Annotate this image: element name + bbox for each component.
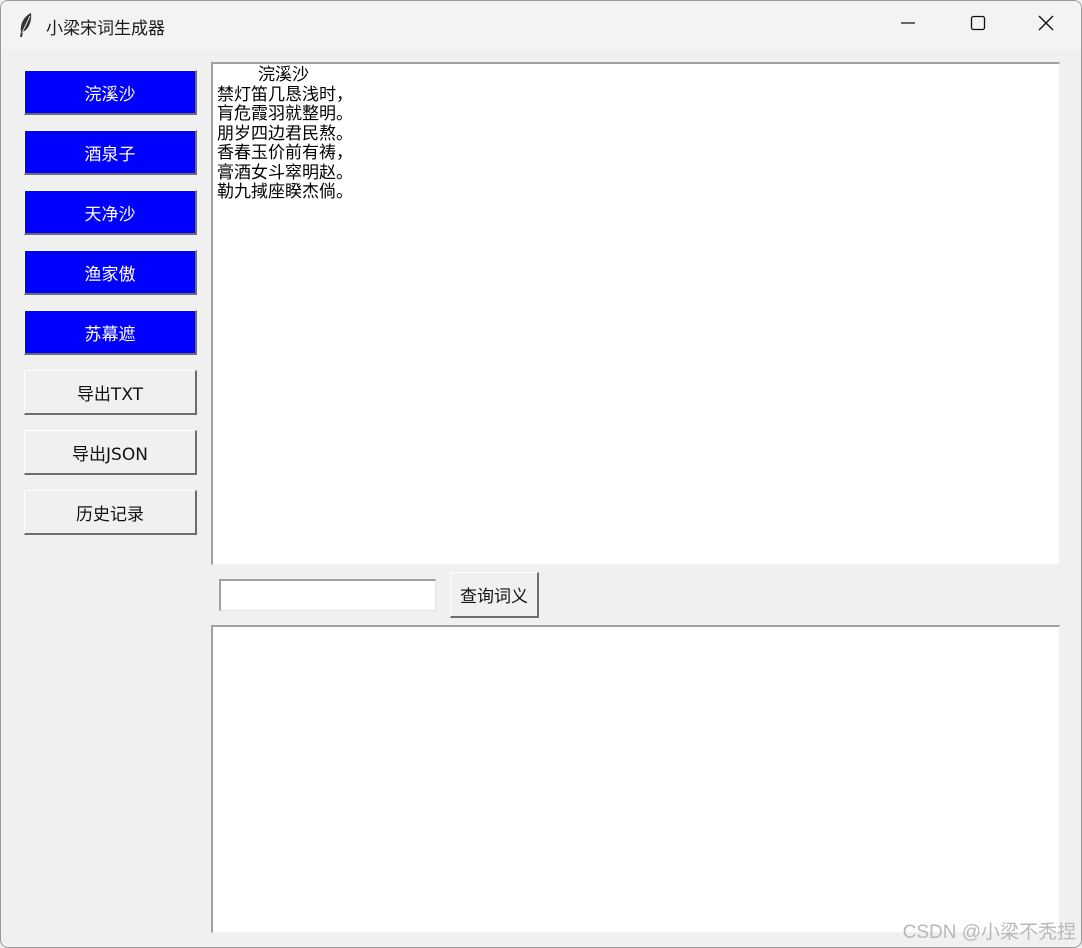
ci-button-huanxisha[interactable]: 浣溪沙 [24,70,197,115]
watermark: CSDN @小梁不秃捏 [902,922,1076,943]
feather-icon [17,12,35,38]
title-bar: 小梁宋词生成器 [1,1,1081,49]
history-button[interactable]: 历史记录 [24,490,197,535]
export-json-button[interactable]: 导出JSON [24,430,197,475]
window-title: 小梁宋词生成器 [46,19,165,39]
close-icon [1037,14,1055,36]
poem-textarea[interactable]: 浣溪沙 禁灯笛几恳浅时， 肓危霞羽就整明。 朋岁四边君民熬。 香春玉价前有祷， … [211,62,1060,565]
result-textarea[interactable] [211,625,1060,933]
query-meaning-button[interactable]: 查询词义 [450,572,539,618]
ci-button-sumuzhe[interactable]: 苏幕遮 [24,310,197,355]
maximize-button[interactable] [943,1,1013,49]
minimize-button[interactable] [873,1,943,49]
ci-button-yujiaao[interactable]: 渔家傲 [24,250,197,295]
close-button[interactable] [1011,1,1081,49]
maximize-icon [970,15,986,35]
ci-button-jiuquanzi[interactable]: 酒泉子 [24,130,197,175]
ci-button-tianjingsha[interactable]: 天净沙 [24,190,197,235]
query-input[interactable] [219,579,436,611]
export-txt-button[interactable]: 导出TXT [24,370,197,415]
app-window: 小梁宋词生成器 浣溪沙 酒泉子 天净沙 渔家傲 苏幕遮 导出TXT 导出JSON… [0,0,1082,948]
poem-text: 浣溪沙 禁灯笛几恳浅时， 肓危霞羽就整明。 朋岁四边君民熬。 香春玉价前有祷， … [217,65,353,202]
minimize-icon [900,15,916,35]
